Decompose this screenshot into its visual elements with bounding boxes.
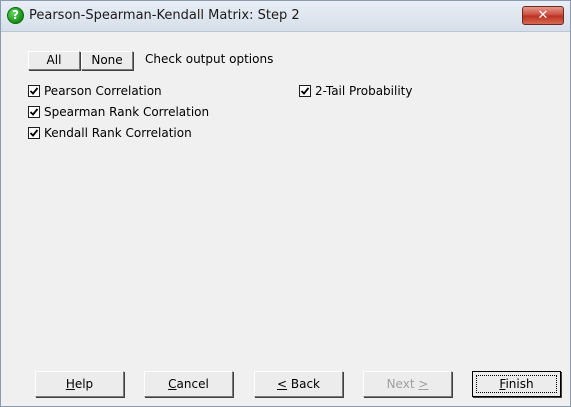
spearman-checkbox[interactable]	[28, 106, 40, 118]
help-question-icon: ?	[7, 7, 24, 24]
cancel-label: ancel	[176, 377, 209, 391]
next-button[interactable]: Next >	[363, 371, 452, 397]
kendall-checkbox[interactable]	[28, 127, 40, 139]
pearson-checkbox[interactable]	[28, 85, 40, 97]
checkmark-icon	[300, 87, 310, 95]
kendall-label: Kendall Rank Correlation	[44, 126, 192, 140]
two-tail-label: 2-Tail Probability	[315, 84, 413, 98]
next-mnemonic: >	[418, 377, 429, 391]
help-mnemonic: H	[65, 377, 75, 391]
select-all-label: All	[46, 53, 62, 67]
select-all-button[interactable]: All	[28, 51, 80, 70]
option-kendall-rank-correlation[interactable]: Kendall Rank Correlation	[28, 125, 248, 141]
two-tail-checkbox[interactable]	[299, 85, 311, 97]
option-pearson-correlation[interactable]: Pearson Correlation	[28, 83, 248, 99]
focus-rectangle	[476, 375, 557, 393]
option-two-tail-probability[interactable]: 2-Tail Probability	[299, 83, 499, 99]
cancel-button[interactable]: Cancel	[144, 371, 233, 397]
select-none-button[interactable]: None	[81, 51, 133, 70]
option-spearman-rank-correlation[interactable]: Spearman Rank Correlation	[28, 104, 248, 120]
window-title: Pearson-Spearman-Kendall Matrix: Step 2	[29, 8, 300, 23]
checkmark-icon	[29, 129, 39, 137]
next-label: Next	[386, 377, 419, 391]
close-button[interactable]: ✕	[522, 6, 564, 25]
dialog-window: ? Pearson-Spearman-Kendall Matrix: Step …	[0, 0, 571, 407]
help-label: elp	[74, 377, 94, 391]
back-mnemonic: <	[276, 377, 288, 391]
spearman-label: Spearman Rank Correlation	[44, 105, 210, 119]
output-options-hint: Check output options	[145, 52, 274, 66]
checkmark-icon	[29, 108, 39, 116]
select-none-label: None	[91, 53, 123, 67]
back-button[interactable]: < Back	[254, 371, 343, 397]
finish-button[interactable]: Finish	[472, 371, 561, 397]
checkmark-icon	[29, 87, 39, 95]
cancel-mnemonic: C	[168, 377, 177, 391]
help-button[interactable]: Help	[35, 371, 124, 397]
back-label: Back	[287, 377, 320, 391]
pearson-label: Pearson Correlation	[44, 84, 162, 98]
title-bar: ? Pearson-Spearman-Kendall Matrix: Step …	[1, 1, 570, 32]
